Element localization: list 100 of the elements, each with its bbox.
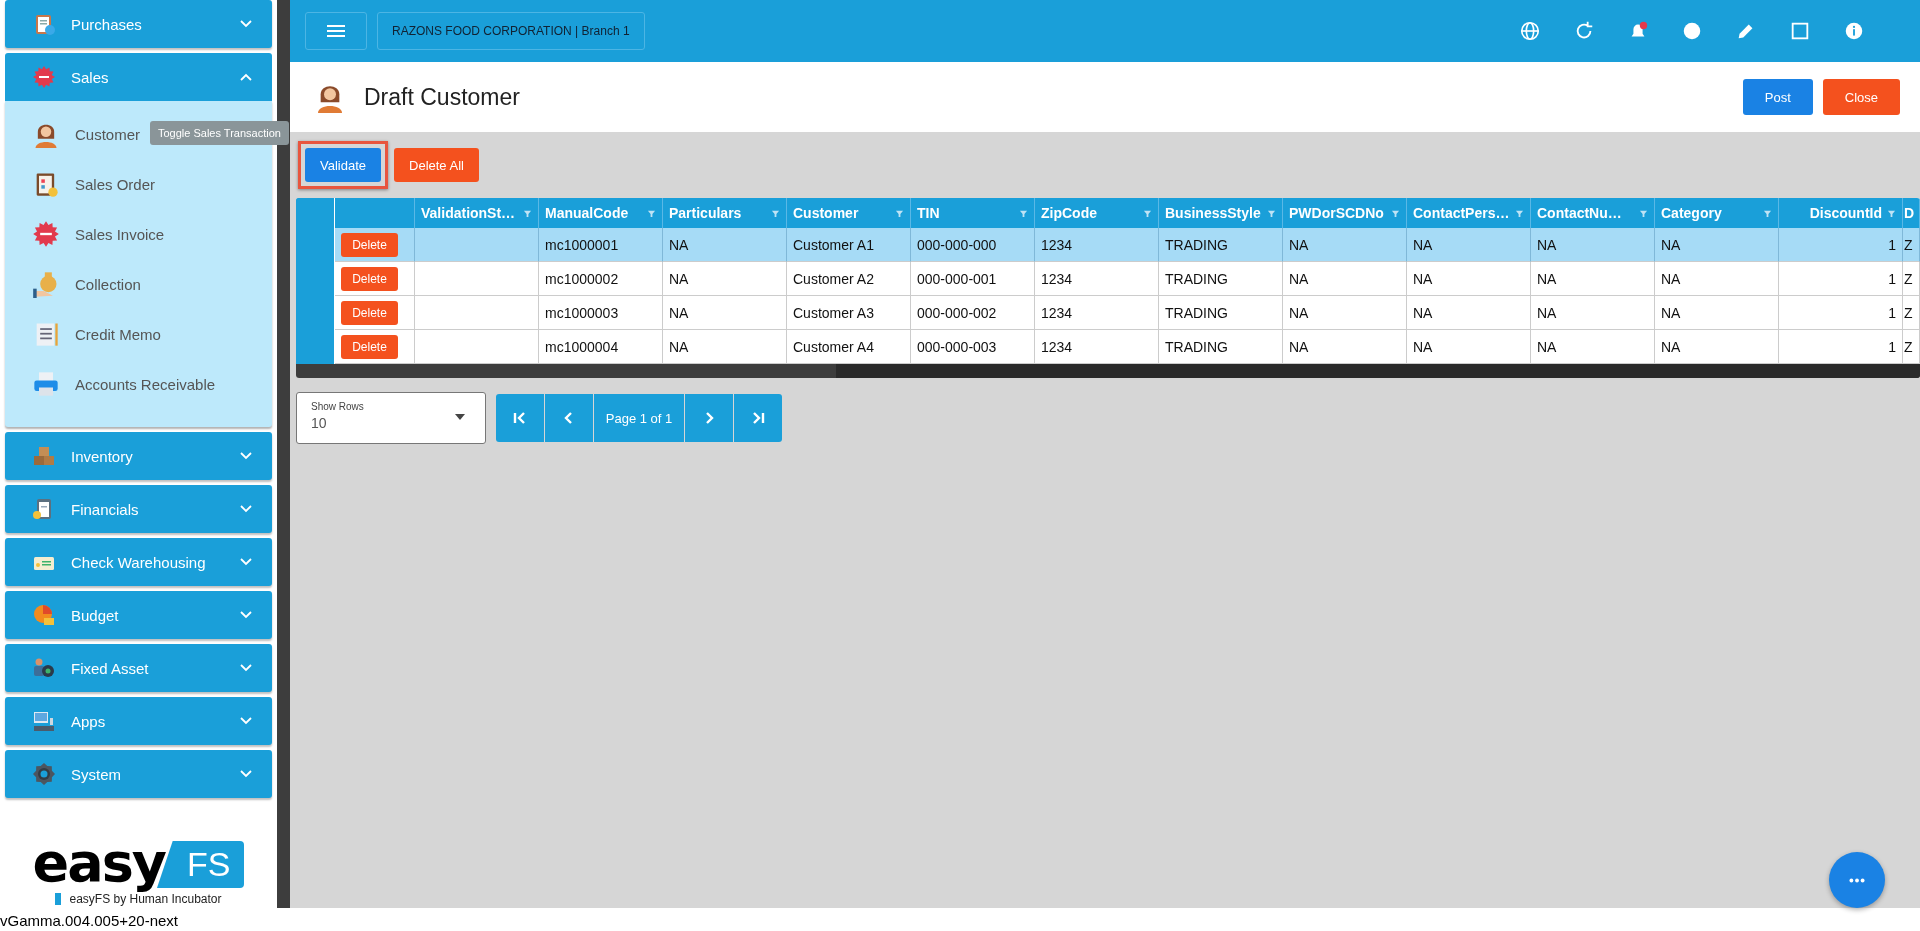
info-icon[interactable]	[1843, 20, 1865, 42]
table-cell: 000-000-000	[917, 236, 997, 253]
previous-page-button[interactable]	[545, 394, 593, 442]
tagline-marker	[55, 893, 62, 905]
horizontal-scrollbar[interactable]	[296, 364, 1920, 378]
page-indicator: Page 1 of 1	[594, 394, 684, 442]
column-header[interactable]: Category	[1661, 205, 1758, 221]
table-cell: mc1000002	[545, 270, 619, 287]
delete-button[interactable]: Delete	[341, 334, 398, 359]
show-rows-dropdown[interactable]: Show Rows 10	[296, 392, 486, 444]
filter-icon[interactable]	[771, 208, 780, 218]
first-page-icon	[513, 411, 527, 425]
sidebar-menu-header[interactable]: Sales	[5, 53, 272, 101]
table-cell: TRADING	[1165, 304, 1228, 321]
delete-button[interactable]: Delete	[341, 266, 398, 291]
column-header[interactable]: ContactNu…	[1537, 205, 1634, 221]
table-cell: 1	[1888, 236, 1896, 253]
table-cell: NA	[1661, 236, 1681, 253]
submenu-item[interactable]: Sales Order	[75, 175, 156, 193]
last-page-icon	[751, 411, 765, 425]
table-cell: TRADING	[1165, 270, 1228, 287]
window-icon[interactable]	[1789, 20, 1811, 42]
submenu-item[interactable]: Credit Memo	[75, 325, 161, 343]
column-header[interactable]: TIN	[917, 205, 1014, 221]
filter-icon[interactable]	[1763, 208, 1772, 218]
column-header[interactable]: D	[1904, 205, 1918, 221]
filter-icon[interactable]	[1639, 208, 1648, 218]
column-header[interactable]: ContactPers…	[1413, 205, 1510, 221]
table-cell: 000-000-001	[917, 270, 997, 287]
table-cell: Z	[1904, 338, 1913, 355]
boxes-icon	[32, 444, 56, 468]
table-cell: Z	[1904, 304, 1913, 321]
globe-icon[interactable]	[1519, 20, 1541, 42]
table-cell: 1	[1888, 304, 1896, 321]
chevron-down-icon	[240, 20, 252, 28]
sidebar-menu-header[interactable]: Fixed Asset	[5, 644, 272, 692]
column-header[interactable]: Customer	[793, 205, 890, 221]
table-cell: NA	[1537, 270, 1557, 287]
table-cell: NA	[1413, 304, 1433, 321]
column-header[interactable]: ManualCode	[545, 205, 642, 221]
sidebar-menu-header[interactable]: Financials	[5, 485, 272, 533]
table-cell: NA	[1289, 338, 1309, 355]
filter-icon[interactable]	[1515, 208, 1524, 218]
submenu-item[interactable]: Accounts Receivable	[75, 375, 216, 393]
filter-icon[interactable]	[647, 208, 656, 218]
sidebar-menu-header[interactable]: Inventory	[5, 432, 272, 480]
column-header[interactable]: BusinessStyle	[1165, 205, 1262, 221]
column-header[interactable]: PWDorSCDNo	[1289, 205, 1386, 221]
table-row[interactable]: Delete mc1000003 NA Customer A3 000-000-002 1234 TRADING NA NA NA NA 1 Z	[296, 296, 1920, 330]
column-header[interactable]: Particulars	[669, 205, 766, 221]
table-cell: 1234	[1041, 338, 1073, 355]
menu-button[interactable]	[305, 12, 367, 50]
filter-icon[interactable]	[1143, 208, 1152, 218]
submenu-item[interactable]: Collection	[75, 275, 141, 293]
pie-chart-icon	[32, 603, 56, 627]
post-button[interactable]: Post	[1742, 79, 1813, 115]
page-title: Draft Customer	[364, 83, 520, 111]
column-header[interactable]: ZipCode	[1041, 205, 1138, 221]
sidebar-menu-header[interactable]: Apps	[5, 697, 272, 745]
filter-icon[interactable]	[1019, 208, 1028, 218]
submenu-item[interactable]: Customer	[75, 125, 141, 143]
delete-all-button[interactable]: Delete All	[394, 148, 479, 182]
selected-row[interactable]: Delete mc1000001 NA Customer A1 000-000-000 1234 TRADING NA NA NA NA 1 Z	[296, 228, 1920, 262]
tooltip: Toggle Sales Transaction	[150, 121, 289, 145]
company-branch-field[interactable]: RAZONS FOOD CORPORATION | Branch 1	[377, 12, 645, 50]
filter-icon[interactable]	[1267, 208, 1276, 218]
table-cell: NA	[669, 270, 689, 287]
sidebar-menu-header[interactable]: Purchases	[5, 0, 272, 48]
chevron-down-icon	[240, 558, 252, 566]
sidebar-menu-header[interactable]: Check Warehousing	[5, 538, 272, 586]
more-icon	[1849, 877, 1865, 883]
filter-icon[interactable]	[523, 208, 532, 218]
sale-badge-icon	[32, 220, 60, 248]
more-actions-button[interactable]	[1829, 852, 1885, 908]
table-cell: NA	[1289, 236, 1309, 253]
filter-icon[interactable]	[1391, 208, 1400, 218]
table-cell: 1234	[1041, 270, 1073, 287]
table-cell: 1234	[1041, 304, 1073, 321]
validate-button[interactable]: Validate	[305, 148, 381, 182]
filter-icon[interactable]	[895, 208, 904, 218]
chevron-up-icon	[240, 73, 252, 81]
filter-icon[interactable]	[1887, 208, 1896, 218]
delete-button[interactable]: Delete	[341, 300, 398, 325]
sidebar-menu-header[interactable]: System	[5, 750, 272, 798]
table-row[interactable]: Delete mc1000002 NA Customer A2 000-000-001 1234 TRADING NA NA NA NA 1 Z	[296, 262, 1920, 296]
logo-tagline: easyFS by Human Incubator	[69, 892, 222, 906]
table-cell: NA	[1413, 236, 1433, 253]
last-page-button[interactable]	[734, 394, 782, 442]
table-cell: TRADING	[1165, 338, 1228, 355]
close-button[interactable]: Close	[1822, 79, 1900, 115]
next-page-button[interactable]	[685, 394, 733, 442]
submenu-item[interactable]: Sales Invoice	[75, 225, 165, 243]
computer-icon	[32, 709, 56, 733]
first-page-button[interactable]	[496, 394, 544, 442]
column-header[interactable]: DiscountId	[1809, 205, 1882, 221]
chevron-down-icon	[240, 611, 252, 619]
menu-icon	[327, 24, 345, 38]
sidebar-menu-header[interactable]: Budget	[5, 591, 272, 639]
column-header[interactable]: ValidationSt…	[421, 205, 518, 221]
delete-button[interactable]: Delete	[341, 232, 398, 257]
